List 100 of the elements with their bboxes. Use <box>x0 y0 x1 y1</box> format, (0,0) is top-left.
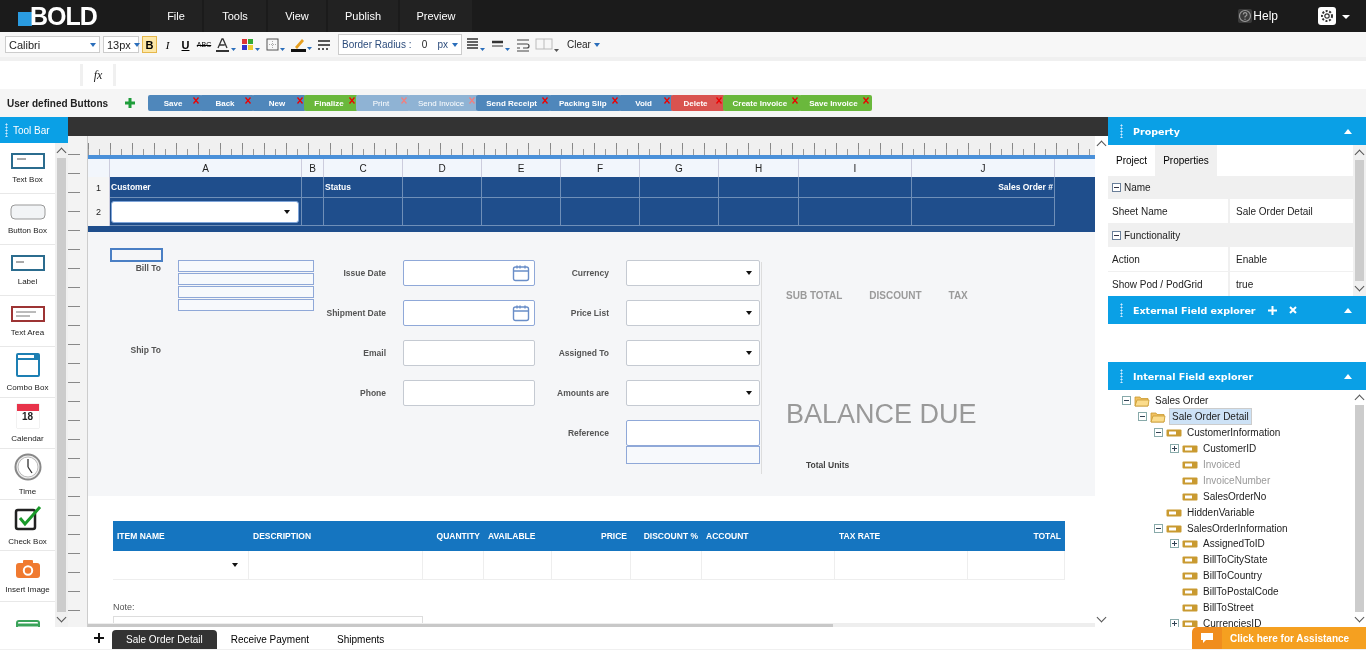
text-field[interactable] <box>626 446 760 464</box>
menu-item[interactable]: Tools <box>204 0 266 32</box>
add-icon[interactable] <box>124 97 136 109</box>
scrollbar[interactable] <box>1353 145 1366 296</box>
expander-icon[interactable] <box>1170 444 1179 454</box>
expander-icon[interactable] <box>1154 428 1163 438</box>
tree-item[interactable]: CustomerID <box>1201 443 1259 455</box>
column-header[interactable]: F <box>561 159 640 177</box>
collapse-icon[interactable] <box>1112 231 1121 240</box>
tool-item[interactable]: Text Area <box>0 296 55 346</box>
column-header[interactable]: E <box>482 159 561 177</box>
property-value[interactable]: true <box>1230 272 1353 296</box>
tab[interactable]: Properties <box>1155 145 1217 176</box>
custom-button[interactable]: New <box>252 95 306 111</box>
remove-icon[interactable] <box>541 97 548 104</box>
fill-color-icon[interactable] <box>240 36 262 53</box>
custom-button[interactable]: Void <box>618 95 673 111</box>
settings-icon[interactable] <box>1318 7 1352 25</box>
italic-button[interactable]: I <box>160 36 175 53</box>
tool-item[interactable]: Text Box <box>0 143 55 193</box>
border-radius-field[interactable]: Border Radius : 0 px <box>338 34 463 55</box>
column-header[interactable]: J <box>912 159 1055 177</box>
column-header[interactable]: H <box>719 159 799 177</box>
tool-item[interactable]: Insert Image <box>0 551 55 601</box>
dropdown[interactable] <box>626 380 760 406</box>
remove-icon[interactable] <box>401 97 407 104</box>
expander-icon[interactable] <box>1154 523 1163 533</box>
remove-icon[interactable] <box>663 97 670 104</box>
tree-item[interactable]: BillToCountry <box>1201 570 1264 582</box>
column-header[interactable]: A <box>110 159 302 177</box>
bill-to-field[interactable] <box>178 260 314 312</box>
horizontal-lines-icon[interactable] <box>317 37 331 52</box>
remove-icon[interactable] <box>792 97 799 104</box>
menu-item[interactable]: File <box>150 0 202 32</box>
expander-icon[interactable] <box>1138 412 1147 422</box>
column-header[interactable]: C <box>324 159 403 177</box>
selected-cell[interactable] <box>110 248 163 262</box>
column-header[interactable]: I <box>799 159 912 177</box>
column-header[interactable]: G <box>640 159 719 177</box>
font-size-select[interactable]: 13px <box>103 36 139 53</box>
dropdown[interactable] <box>626 340 760 366</box>
tree-item[interactable]: HiddenVariable <box>1185 506 1257 518</box>
custom-button[interactable]: Send Receipt <box>476 95 551 111</box>
expander-icon[interactable] <box>1122 396 1131 406</box>
merge-cells-icon[interactable] <box>534 36 561 53</box>
underline-button[interactable]: U <box>178 36 193 53</box>
align-icon[interactable] <box>465 36 488 53</box>
close-icon[interactable] <box>1288 306 1297 314</box>
remove-icon[interactable] <box>349 97 355 104</box>
remove-icon[interactable] <box>611 97 618 104</box>
tree-item[interactable]: BillToCityState <box>1201 554 1270 566</box>
dropdown[interactable] <box>626 260 760 286</box>
tool-item[interactable]: Button Box <box>0 194 55 244</box>
remove-icon[interactable] <box>862 97 869 104</box>
tree-item[interactable]: CustomerInformation <box>1185 427 1283 439</box>
text-color-icon[interactable] <box>215 36 237 53</box>
column-header[interactable]: B <box>302 159 324 177</box>
scrollbar[interactable] <box>55 143 68 627</box>
menu-item[interactable]: View <box>268 0 326 32</box>
calendar-icon[interactable] <box>512 304 530 322</box>
tree-item[interactable]: SalesOrderInformation <box>1185 522 1290 534</box>
tree-item[interactable]: BillToStreet <box>1201 602 1256 613</box>
font-select[interactable]: Calibri <box>5 36 100 53</box>
remove-icon[interactable] <box>469 97 476 104</box>
tool-item[interactable]: 18 Calendar <box>0 398 55 448</box>
add-sheet-icon[interactable] <box>94 633 104 643</box>
tree-item[interactable]: BillToPostalCode <box>1201 586 1281 598</box>
tree-item[interactable]: SalesOrderNo <box>1201 490 1269 502</box>
tool-item[interactable]: Label <box>0 245 55 295</box>
help-icon[interactable] <box>1238 9 1253 23</box>
wrap-text-icon[interactable] <box>515 36 532 53</box>
tree-item[interactable]: Sale Order Detail <box>1169 408 1252 426</box>
tree-item[interactable]: Sales Order <box>1153 395 1211 407</box>
collapse-icon[interactable] <box>1112 183 1121 192</box>
remove-icon[interactable] <box>245 97 251 104</box>
calendar-icon[interactable] <box>512 264 530 282</box>
text-field[interactable] <box>403 380 535 406</box>
custom-button[interactable]: Packing Slip <box>548 95 621 111</box>
tree-item[interactable]: CurrenciesID <box>1201 617 1264 627</box>
date-field[interactable] <box>403 300 535 326</box>
remove-icon[interactable] <box>193 97 199 104</box>
custom-button[interactable]: Back <box>200 95 254 111</box>
column-header[interactable]: D <box>403 159 482 177</box>
dropdown[interactable] <box>626 300 760 326</box>
tool-item[interactable]: Time <box>0 449 55 499</box>
function-label[interactable]: fx <box>83 67 113 83</box>
expander-icon[interactable] <box>1170 539 1179 549</box>
tool-item[interactable]: Combo Box <box>0 347 55 397</box>
clear-menu[interactable]: Clear <box>567 39 591 50</box>
property-value[interactable]: Enable <box>1230 247 1353 271</box>
remove-icon[interactable] <box>297 97 303 104</box>
date-field[interactable] <box>403 260 535 286</box>
property-value[interactable]: Sale Order Detail <box>1230 199 1353 223</box>
tree-item[interactable]: AssignedToID <box>1201 538 1267 550</box>
tool-item[interactable]: Check Box <box>0 500 55 550</box>
custom-button[interactable]: Delete <box>670 95 725 111</box>
bold-button[interactable]: B <box>142 36 157 53</box>
sheet-tab[interactable]: Sale Order Detail <box>112 630 217 649</box>
text-field[interactable] <box>403 340 535 366</box>
custom-button[interactable]: Save <box>148 95 202 111</box>
